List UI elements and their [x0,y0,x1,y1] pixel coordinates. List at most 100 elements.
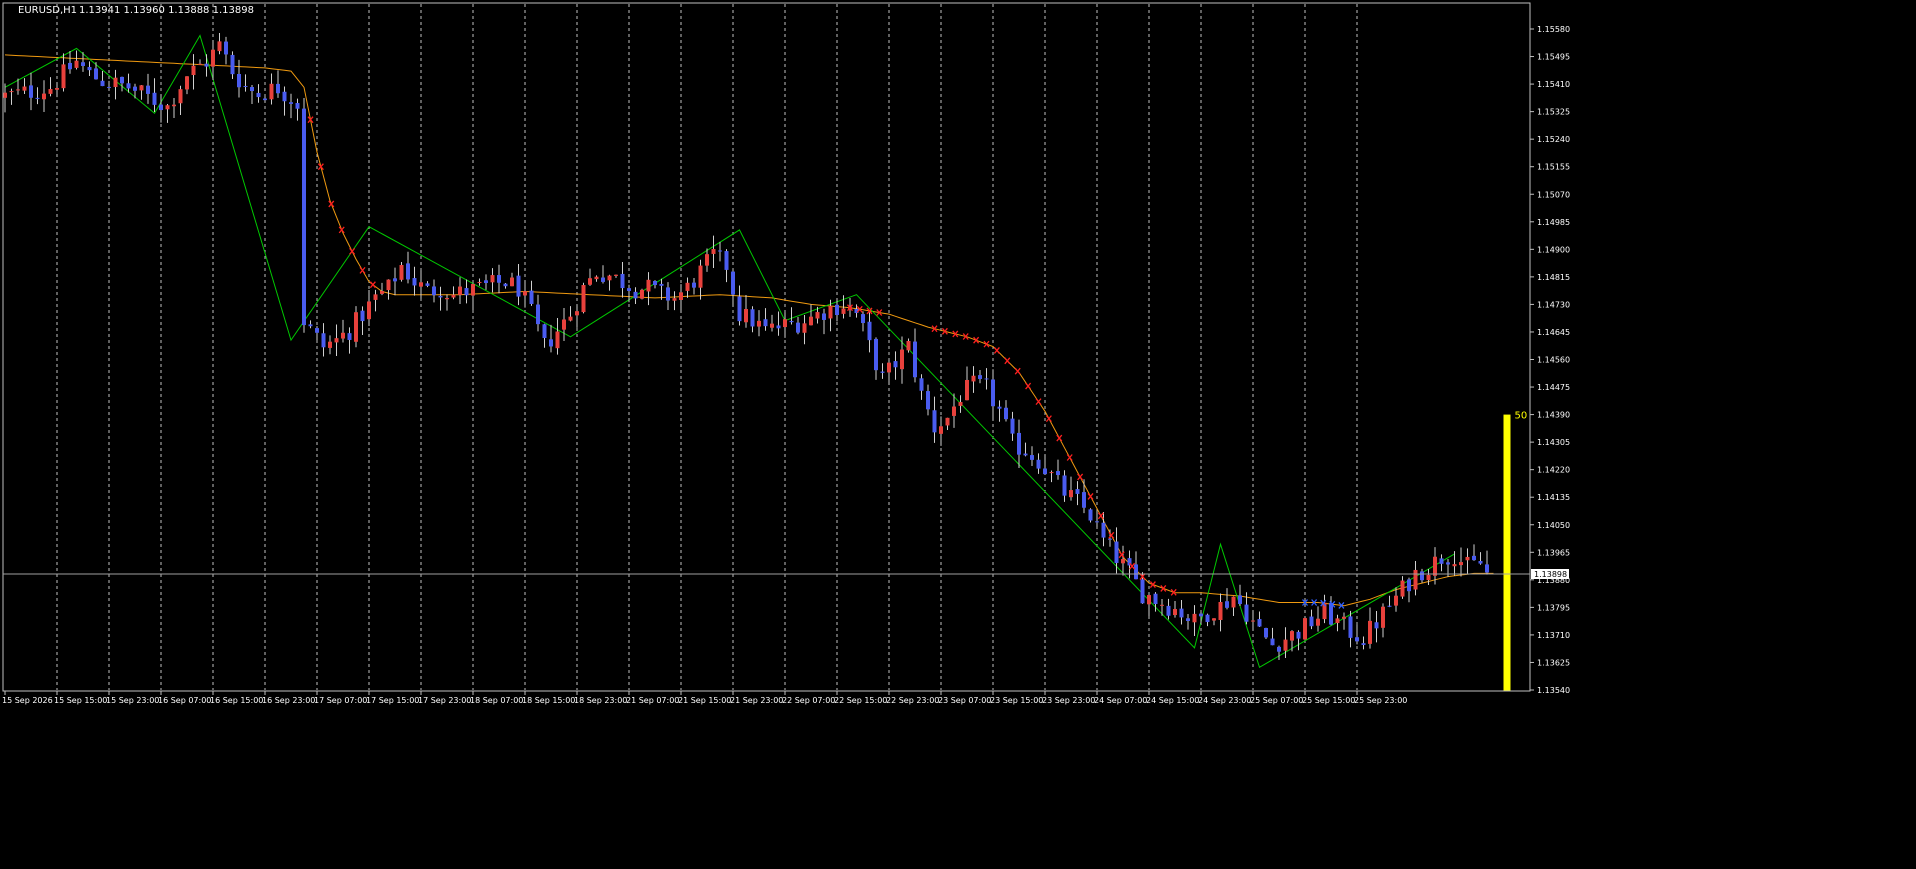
y-tick-label: 1.13795 [1537,603,1570,612]
candle-body [1205,614,1210,623]
candle-body [1004,407,1008,420]
candle-body [978,375,982,379]
y-tick-label: 1.14390 [1537,411,1570,420]
candle-body [107,86,111,88]
candle-body [1316,618,1320,626]
candle-body [380,291,384,294]
candle-body [796,322,800,333]
y-tick-label: 1.13625 [1537,658,1570,667]
x-tick-label: 22 Sep 23:00 [886,696,939,705]
candle-body [913,341,917,378]
candle-body [471,284,475,296]
x-tick-label: 24 Sep 15:00 [1146,696,1199,705]
candle-body [1459,562,1463,566]
candle-body [432,286,436,296]
candle-body [1485,564,1489,573]
candle-body [1439,558,1444,564]
candle-body [139,85,144,91]
candle [1088,508,1093,523]
candle-body [633,291,638,299]
y-tick-label: 1.14305 [1537,438,1570,447]
x-tick-label: 16 Sep 07:00 [158,696,211,705]
candle-body [718,250,722,252]
candle-body [1264,627,1268,638]
x-tick-label: 21 Sep 15:00 [678,696,731,705]
x-tick-label: 23 Sep 07:00 [938,696,991,705]
candle-body [61,64,66,89]
y-tick-label: 1.15580 [1537,25,1570,34]
candle-body [230,54,235,75]
candle-body [152,92,157,105]
candle-body [412,278,417,286]
x-tick-label: 22 Sep 07:00 [782,696,835,705]
candle-body [640,289,644,299]
y-tick-label: 1.15240 [1537,135,1570,144]
candle-body [9,91,14,93]
candle-body [887,362,891,373]
candle-body [74,60,79,68]
candle-body [1069,490,1073,498]
x-tick-label: 22 Sep 15:00 [834,696,887,705]
candle-body [1277,646,1281,652]
candle-body [536,304,540,325]
candle-body [497,275,501,283]
y-tick-label: 1.14985 [1537,218,1570,227]
candle-body [133,86,137,91]
candle-body [1426,574,1431,581]
candle-body [646,279,651,292]
candle-body [81,62,85,67]
chart-canvas[interactable]: 50 1.15580 1.15495 1.15410 1.15325 1.15240 1.… [0,0,1916,865]
x-tick-label: 16 Sep 23:00 [262,696,315,705]
candle [302,98,306,333]
candle-body [477,281,482,283]
candle-body [601,277,605,282]
x-tick-label: 16 Sep 15:00 [210,696,263,705]
candle-body [822,313,826,320]
candle-body [549,339,553,347]
candle-body [705,254,709,266]
y-tick-label: 1.15410 [1537,80,1570,89]
y-tick-label: 1.15325 [1537,108,1570,117]
candle-body [1017,432,1021,455]
y-tick-label: 1.14220 [1537,466,1570,475]
candle-body [367,301,371,320]
candle [1264,627,1268,639]
candle-body [425,283,430,286]
candle-body [692,282,696,288]
candle-body [341,332,345,339]
candle-body [1121,559,1125,564]
candle-body [757,320,761,327]
candle-body [828,305,833,319]
candle-body [1153,593,1158,604]
candle-body [1160,604,1164,606]
candle-body [237,73,241,88]
candle-body [789,320,794,323]
candle-body [1108,538,1112,540]
candle-body [1478,561,1483,564]
candle-body [1010,418,1015,434]
y-tick-label: 1.14730 [1537,300,1570,309]
candle-body [126,83,131,89]
candle-body [965,379,969,401]
y-tick-label: 1.14560 [1537,356,1570,365]
candle-body [991,379,995,407]
candle-body [334,338,339,343]
candle-body [1446,562,1450,565]
candle-body [315,328,319,333]
candle-body [1413,569,1418,590]
x-tick-label: 24 Sep 07:00 [1094,696,1147,705]
candle-body [224,41,228,55]
candle-body [588,278,592,285]
candle-body [250,87,254,92]
volume-bar [1503,414,1511,691]
price-chart[interactable]: 50 1.15580 1.15495 1.15410 1.15325 1.15240 1.… [0,0,1916,865]
candle-body [614,274,618,276]
x-tick-label: 18 Sep 15:00 [522,696,575,705]
candle-body [464,288,469,296]
candle-body [1394,595,1398,606]
candle-body [1355,637,1359,642]
y-tick-label: 1.13965 [1537,548,1570,557]
candle-body [1296,631,1301,639]
candle-body [289,102,293,104]
candle-body [48,89,53,94]
